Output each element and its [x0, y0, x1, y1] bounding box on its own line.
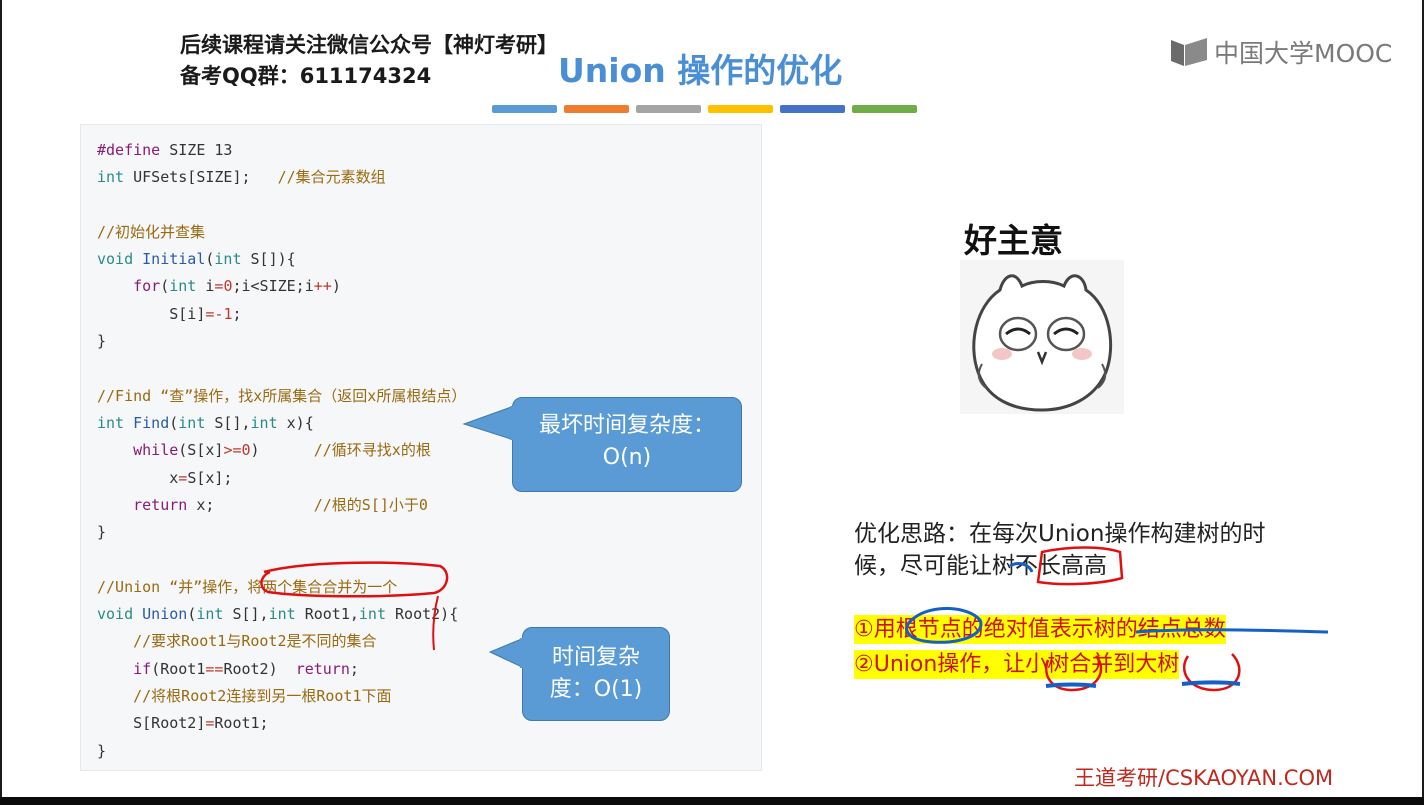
code-comment: //Union “并”操作，将两个集合合并为一个	[97, 577, 398, 596]
code-comment: //将根Root2连接到另一根Root1下面	[133, 686, 392, 705]
code-comment: //根的S[]小于0	[313, 495, 428, 514]
code-token: )	[331, 277, 341, 296]
code-token: ;i<SIZE;i	[232, 277, 314, 296]
code-func-name: Find	[133, 413, 170, 432]
bubble-find-tail	[462, 405, 515, 441]
code-token: (Root1	[151, 659, 206, 678]
color-bar	[852, 105, 917, 113]
code-token: int	[268, 605, 296, 624]
code-token: x;	[187, 495, 314, 514]
callout-text: O(n)	[602, 445, 652, 470]
slide: 后续课程请关注微信公众号【神灯考研】 备考QQ群：611174324 Union…	[2, 0, 1422, 797]
code-token: Root2)	[223, 659, 296, 678]
code-token: return	[133, 495, 188, 514]
code-token: int	[97, 413, 125, 432]
code-token: int	[250, 413, 278, 432]
color-bar	[708, 105, 773, 113]
highlight-point-1: ①用根节点的绝对值表示树的结点总数	[854, 615, 1226, 644]
code-token: int	[169, 277, 197, 296]
color-bars	[492, 105, 917, 113]
color-bar	[564, 105, 629, 113]
code-block: #define SIZE 13 int UFSets[SIZE]; //集合元素…	[97, 141, 467, 760]
code-comment: //集合元素数组	[277, 168, 386, 187]
code-token: }	[97, 741, 107, 760]
code-token: int	[214, 250, 242, 269]
blue-underline-annotation	[1045, 682, 1097, 688]
promo-wechat: 后续课程请关注微信公众号【神灯考研】	[180, 33, 558, 57]
code-token: int	[358, 605, 386, 624]
code-token: ==	[205, 659, 224, 678]
code-comment: //Find “查”操作，找x所属集合（返回x所属根结点）	[97, 386, 467, 405]
color-bar	[636, 105, 701, 113]
code-token: SIZE 13	[160, 141, 233, 159]
code-token: while	[133, 441, 179, 460]
code-token: Root2){	[386, 605, 459, 624]
code-comment: //要求Root1与Root2是不同的集合	[133, 632, 377, 651]
video-bottom-bar	[0, 797, 1424, 805]
code-token: >=	[223, 441, 242, 460]
code-token: x){	[277, 413, 314, 432]
color-bar	[780, 105, 845, 113]
callout-text: 时间复杂	[551, 645, 640, 670]
meme-caption: 好主意	[964, 221, 1063, 260]
code-comment: //初始化并查集	[97, 222, 206, 241]
footer-watermark: 王道考研/CSKAOYAN.COM	[1074, 766, 1334, 790]
code-token: return	[295, 659, 350, 678]
find-complexity-callout: 最坏时间复杂度： O(n)	[512, 397, 742, 492]
code-token: Root1;	[214, 714, 269, 733]
code-token: for	[133, 277, 161, 296]
union-complexity-callout: 时间复杂 度：O(1)	[522, 627, 670, 721]
code-token: S[]){	[241, 250, 296, 269]
code-token: if	[133, 659, 152, 678]
code-token: S[x];	[187, 468, 233, 487]
promo-qq-group: 备考QQ群：611174324	[180, 64, 432, 88]
idea-line: 优化思路：在每次Union操作构建树的时	[854, 521, 1266, 547]
code-token: 0	[241, 441, 251, 460]
mooc-logo-icon	[1171, 38, 1207, 66]
code-func-name: Initial	[142, 250, 206, 269]
code-token: S[],	[205, 413, 251, 432]
bubble-union-tail-cover	[520, 638, 526, 668]
mooc-brand-name: 中国大学MOOC	[1214, 39, 1393, 68]
code-token: S[i]	[97, 304, 206, 323]
code-comment: //循环寻找x的根	[313, 441, 431, 460]
idea-line: 候，尽可能让树不长高高	[854, 553, 1107, 579]
code-token: x	[97, 468, 179, 487]
promo-text: 后续课程请关注微信公众号【神灯考研】 备考QQ群：611174324	[180, 30, 558, 92]
code-token: }	[97, 332, 107, 351]
meme-image: 好主意	[960, 214, 1124, 414]
code-token: S[Root2]	[133, 714, 206, 733]
callout-text: 最坏时间复杂度：	[538, 413, 715, 438]
red-circle-annotation	[1183, 653, 1241, 692]
callout-text: 度：O(1)	[549, 677, 643, 702]
code-token: )	[250, 441, 314, 460]
optimization-idea: 优化思路：在每次Union操作构建树的时 候，尽可能让树不长高高	[854, 518, 1265, 582]
code-token: ++	[313, 277, 332, 296]
code-token: i	[196, 277, 215, 296]
blue-underline-annotation	[1181, 680, 1241, 686]
code-token: ;	[232, 304, 242, 323]
code-token: int	[196, 605, 224, 624]
highlight-point-2: ②Union操作，让小树合并到大树	[854, 650, 1180, 679]
code-token: void	[97, 250, 134, 269]
color-bar	[492, 105, 557, 113]
code-token: int	[97, 168, 125, 187]
code-token: }	[97, 523, 107, 542]
owl-cartoon-icon	[960, 260, 1124, 414]
code-token: ;	[349, 659, 359, 678]
code-token: void	[97, 605, 134, 624]
code-token: UFSets[SIZE];	[124, 168, 278, 187]
mooc-brand: 中国大学MOOC	[1170, 34, 1392, 70]
code-token: #define	[97, 141, 161, 159]
code-token: =-	[205, 304, 224, 323]
slide-title: Union 操作的优化	[558, 51, 843, 90]
code-token: =	[178, 468, 188, 487]
code-token: S[],	[223, 605, 269, 624]
code-token: int	[178, 413, 206, 432]
code-token: Root1,	[295, 605, 359, 624]
code-token: (S[x]	[178, 441, 224, 460]
bubble-find-tail-cover	[510, 406, 516, 440]
code-func-name: Union	[142, 605, 188, 624]
